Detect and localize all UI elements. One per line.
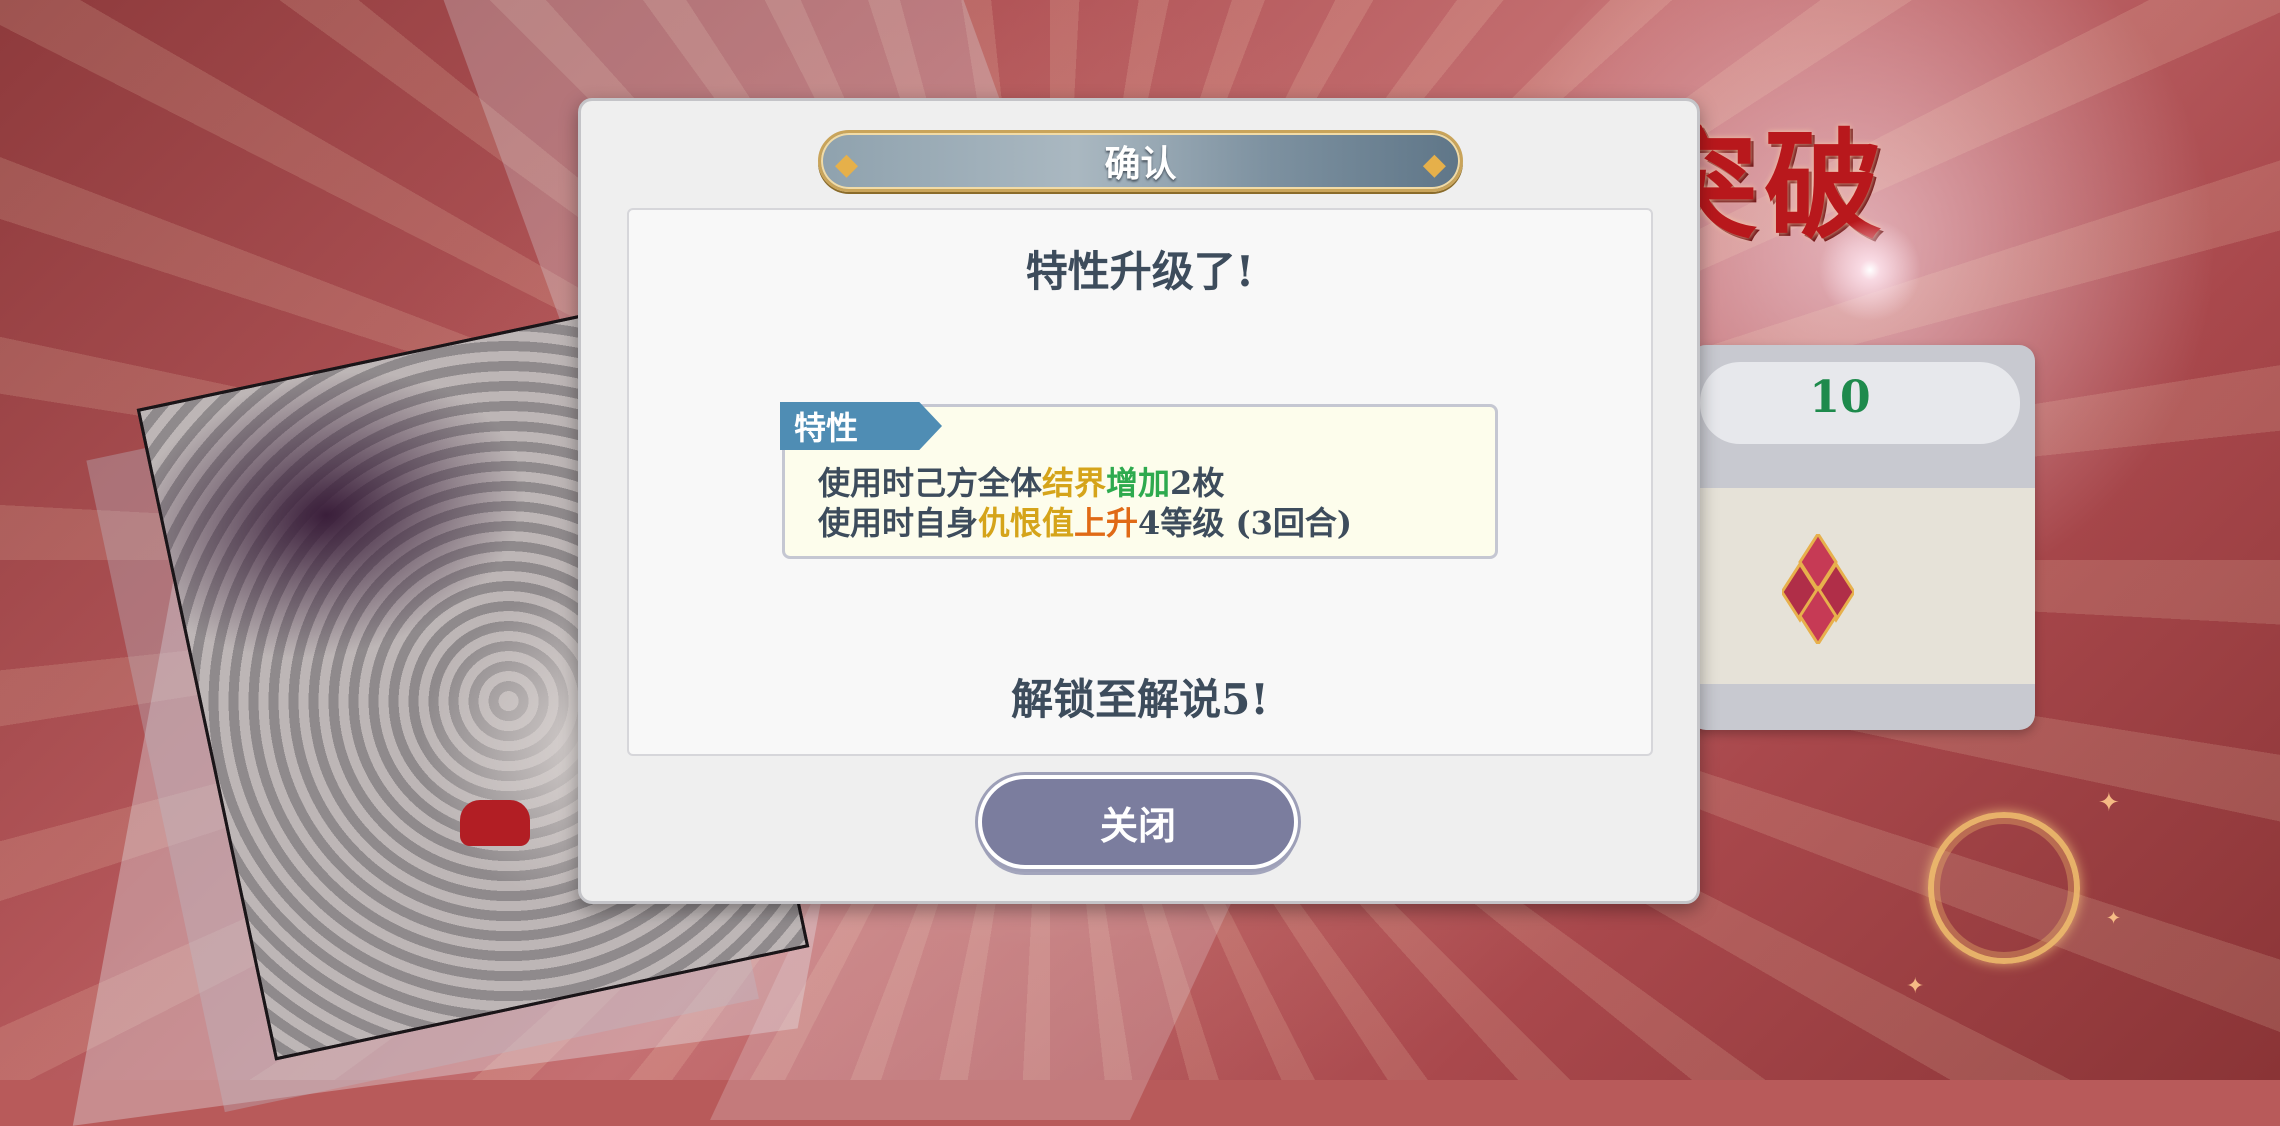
trait-tag: 特性 [780,402,942,450]
trait-line-2: 使用时自身仇恨值上升4等级 (3回合) [818,498,1352,544]
trait-keyword-barrier: 结界 [1042,464,1107,502]
chevron-right-icon: ◆ [1422,147,1446,182]
trait-keyword-increase: 增加 [1106,464,1171,502]
trait-text: 使用时己方全体 [818,464,1043,502]
trait-keyword-aggro: 仇恨值 [978,504,1075,542]
side-value: 10 [1809,372,1871,423]
trait-text: 使用时自身 [818,504,979,542]
close-button[interactable]: 关闭 [978,775,1298,869]
star-icon: ✦ [1906,974,1925,999]
chevron-left-icon: ◆ [835,147,859,182]
unlock-message: 解锁至解说5! [1011,675,1269,724]
trait-text: 2枚 [1170,464,1225,502]
close-button-label: 关闭 [1099,803,1176,848]
dialog-title-banner: ◆ 确认 ◆ [818,130,1463,192]
gem-icon [1782,534,1854,644]
trait-upgrade-headline: 特性升级了! [1025,247,1255,296]
ribbon-decoration [460,800,530,846]
trait-keyword-rise: 上升 [1074,504,1139,542]
magic-circle-decoration [1928,812,2080,964]
star-icon: ✦ [2106,908,2122,929]
star-icon: ✦ [2098,788,2120,818]
side-panel-body [1690,488,2035,684]
trait-tag-label: 特性 [794,409,859,447]
dialog-title: 确认 [1104,143,1177,185]
sparkle-effect [1810,210,1930,330]
trait-text: 4等级 (3回合) [1138,504,1353,542]
